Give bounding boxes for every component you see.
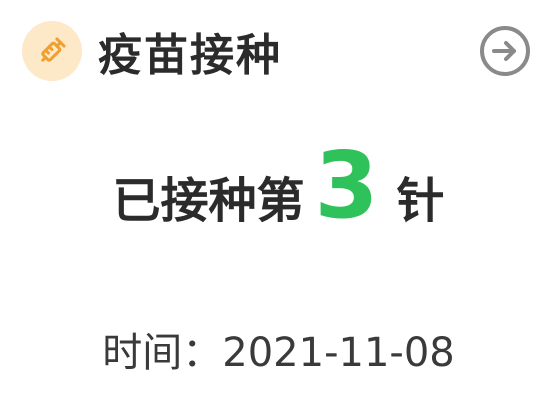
date-value: 2021-11-08 <box>222 330 455 376</box>
card-title: 疫苗接种 <box>98 30 282 81</box>
dose-summary: 已接种第 3 针 <box>0 140 557 260</box>
card-header: 疫苗接种 <box>22 19 282 83</box>
date-label: 时间： <box>102 330 223 376</box>
vaccination-date: 时间：2021-11-08 <box>0 320 557 378</box>
syringe-icon <box>22 21 82 81</box>
dose-suffix: 针 <box>396 173 445 229</box>
dose-prefix: 已接种第 <box>112 173 305 229</box>
dose-count: 3 <box>314 132 379 239</box>
arrow-right-circle-icon[interactable] <box>478 24 532 78</box>
vaccination-card[interactable]: 疫苗接种 已接种第 3 针 时间：2021-11-08 <box>0 0 557 413</box>
